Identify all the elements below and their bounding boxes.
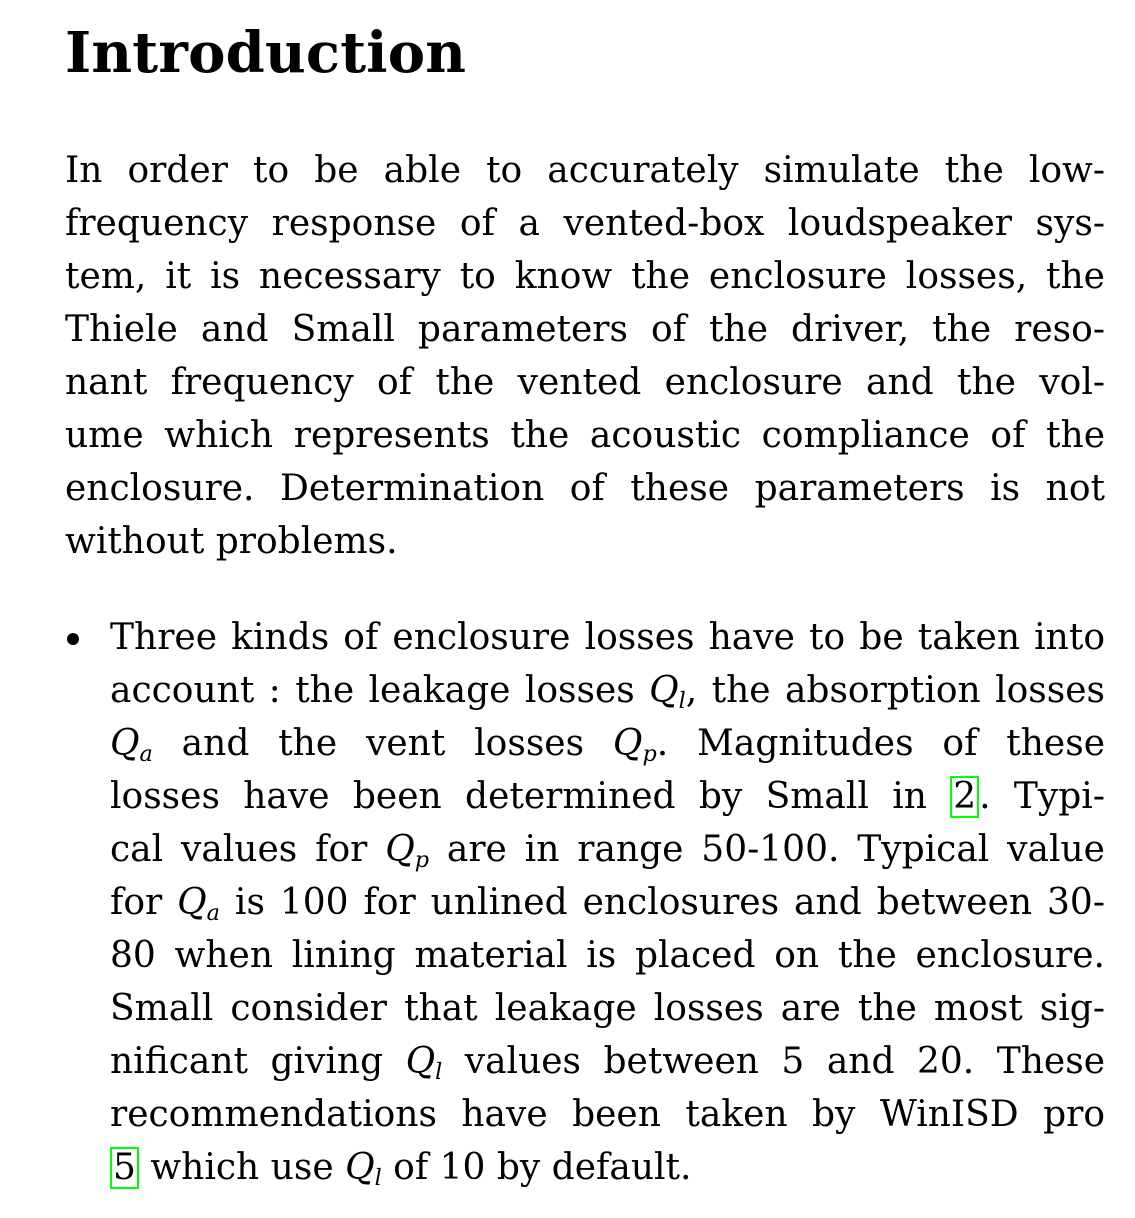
math-subscript: a xyxy=(206,900,220,927)
bullet-line: account : the leakage losses Ql, the abs… xyxy=(110,664,1105,717)
bullet-dot-icon xyxy=(67,633,79,645)
text: and the vent losses xyxy=(152,723,613,764)
intro-line: ume which represents the acoustic compli… xyxy=(65,415,1105,456)
math-subscript: p xyxy=(414,847,429,874)
text: nificant giving xyxy=(110,1041,406,1082)
intro-line: nant frequency of the vented enclosure a… xyxy=(65,362,1105,403)
math-symbol: Q xyxy=(177,882,207,923)
intro-line: In order to be able to accurately simula… xyxy=(65,150,1105,191)
math-subscript: l xyxy=(374,1165,382,1192)
math-Q-p: Qp xyxy=(385,829,429,874)
math-subscript: a xyxy=(139,741,153,768)
bullet-line: 5 which use Ql of 10 by default. xyxy=(110,1141,1105,1194)
intro-paragraph: In order to be able to accurately simula… xyxy=(65,144,1105,568)
page: Introduction In order to be able to accu… xyxy=(65,14,1105,1194)
section-heading: Introduction xyxy=(65,20,467,86)
intro-line: frequency response of a vented-box louds… xyxy=(65,203,1105,244)
text: is 100 for unlined enclosures and betwee… xyxy=(219,882,1105,923)
math-subscript: p xyxy=(642,741,657,768)
intro-line: without problems. xyxy=(65,521,398,562)
text: recommendations have been taken by WinIS… xyxy=(110,1094,1105,1135)
math-Q-a: Qa xyxy=(110,723,153,768)
math-symbol: Q xyxy=(110,723,140,764)
bullet-item-enclosure-losses: Three kinds of enclosure losses have to … xyxy=(65,611,1105,1194)
bullet-line: 80 when lining material is placed on the… xyxy=(110,929,1105,982)
bullet-list: Three kinds of enclosure losses have to … xyxy=(65,611,1105,1194)
math-Q-a: Qa xyxy=(177,882,220,927)
text: Three kinds of enclosure losses have to … xyxy=(110,617,1105,658)
intro-line: enclosure. Determination of these parame… xyxy=(65,468,1105,509)
text: for xyxy=(110,882,178,923)
intro-line: tem, it is necessary to know the enclosu… xyxy=(65,256,1105,297)
bullet-line: losses have been determined by Small in … xyxy=(110,770,1105,823)
bullet-line: cal values for Qp are in range 50-100. T… xyxy=(110,823,1105,876)
citation-link-5[interactable]: 5 xyxy=(110,1147,139,1189)
text: account : the leakage losses xyxy=(110,670,650,711)
math-symbol: Q xyxy=(649,670,679,711)
text: cal values for xyxy=(110,829,386,870)
text: values between 5 and 20. These xyxy=(442,1041,1106,1082)
text: . Magnitudes of these xyxy=(656,723,1105,764)
text: . Typi- xyxy=(979,776,1105,817)
text: which use xyxy=(138,1147,346,1188)
math-symbol: Q xyxy=(345,1147,375,1188)
math-symbol: Q xyxy=(405,1041,436,1082)
text: are in range 50-100. Typical value xyxy=(429,829,1105,870)
math-Q-l: Ql xyxy=(345,1147,382,1192)
math-symbol: Q xyxy=(612,723,643,764)
text: 80 when lining material is placed on the… xyxy=(110,935,1105,976)
text: Small consider that leakage losses are t… xyxy=(110,988,1105,1029)
math-Q-l: Ql xyxy=(649,670,686,715)
bullet-line: Small consider that leakage losses are t… xyxy=(110,982,1105,1035)
text: , the absorption losses xyxy=(685,670,1105,711)
text: of 10 by default. xyxy=(381,1147,692,1188)
math-symbol: Q xyxy=(385,829,415,870)
bullet-line: nificant giving Ql values between 5 and … xyxy=(110,1035,1105,1088)
text: losses have been determined by Small in xyxy=(110,776,951,817)
math-Q-l: Ql xyxy=(405,1041,443,1083)
math-Q-p: Qp xyxy=(612,723,657,768)
intro-line: Thiele and Small parameters of the drive… xyxy=(65,309,1105,350)
bullet-line: Three kinds of enclosure losses have to … xyxy=(110,611,1105,664)
math-subscript: l xyxy=(678,688,686,715)
citation-link-2[interactable]: 2 xyxy=(950,776,980,818)
bullet-line: Qa and the vent losses Qp. Magnitudes of… xyxy=(110,717,1105,770)
bullet-line: for Qa is 100 for unlined enclosures and… xyxy=(110,876,1105,929)
bullet-line: recommendations have been taken by WinIS… xyxy=(110,1088,1105,1141)
